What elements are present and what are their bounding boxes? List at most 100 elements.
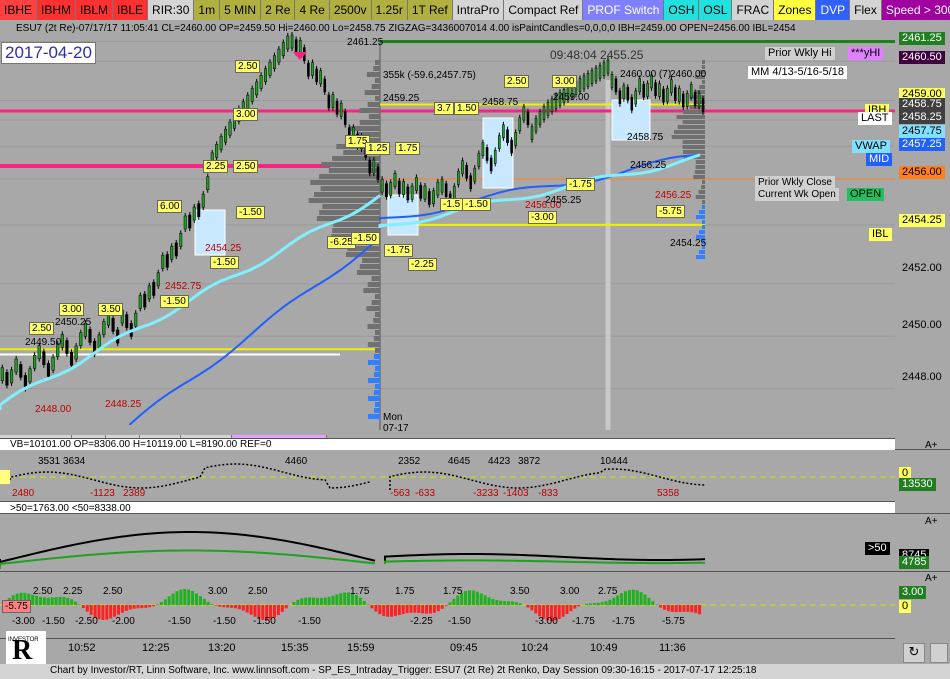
p1-bot-label: -1123	[90, 488, 115, 499]
toolbar-button-2[interactable]: IBLM	[76, 0, 114, 20]
toolbar-button-18[interactable]: Zones	[774, 0, 817, 20]
histogram-bar	[643, 594, 647, 605]
p2-corner-label[interactable]: A+	[925, 516, 938, 527]
candle	[522, 106, 526, 121]
level-tag-7: Current Wk Open	[755, 188, 839, 201]
toolbar-button-16[interactable]: OSL	[699, 0, 733, 20]
toolbar-button-5[interactable]: 1m	[194, 0, 221, 20]
candle	[506, 129, 509, 143]
price-axis[interactable]: 2461.25 2460.50 2459.00 2458.75 2458.25 2457.…	[895, 20, 950, 438]
price-axis-label-6: 2457.25	[899, 138, 945, 151]
histogram-bar	[495, 600, 499, 605]
level-tag-value-0: ***yHI	[848, 47, 884, 60]
histogram-bar	[159, 602, 163, 605]
profile-bar-right	[699, 85, 705, 89]
histogram-bar	[304, 597, 308, 605]
histogram-bar	[331, 595, 335, 605]
profile-label-3: 2460.00	[670, 69, 707, 80]
candle	[206, 176, 210, 190]
p3-bot-label: -1.75	[572, 616, 595, 627]
candle	[678, 88, 681, 102]
p3-top-label: 2.50	[248, 586, 268, 597]
profile-bar	[375, 402, 380, 407]
profile-bar	[373, 66, 380, 71]
profile-bar	[362, 258, 380, 263]
histogram-bar	[479, 593, 483, 605]
histogram-bar	[620, 593, 624, 605]
profile-label-5: 2456.25	[630, 160, 667, 171]
toolbar-button-17[interactable]: FRAC	[732, 0, 775, 20]
corner-icon[interactable]	[930, 643, 948, 663]
profile-bar	[328, 168, 380, 173]
toolbar-button-15[interactable]: OSH	[664, 0, 700, 20]
toolbar-button-12[interactable]: IntraPro	[452, 0, 505, 20]
toolbar-button-13[interactable]: Compact Ref	[504, 0, 584, 20]
p3-bot-label: -1.50	[213, 616, 236, 627]
p1-corner-label[interactable]: A+	[925, 440, 938, 451]
p3-bot-label: -5.75	[662, 616, 685, 627]
toolbar-button-0[interactable]: IBHE	[0, 0, 38, 20]
candle	[393, 173, 397, 187]
histogram-bar	[604, 601, 608, 605]
candle	[174, 242, 178, 257]
toolbar-button-8[interactable]: 4 Re	[295, 0, 330, 20]
toolbar-button-19[interactable]: DVP	[816, 0, 851, 20]
ratio-panel[interactable]	[0, 513, 895, 572]
candle	[372, 159, 376, 174]
p1-bot-label: -633	[415, 488, 435, 499]
price-axis-label-8: 2454.25	[899, 214, 945, 227]
toolbar-button-10[interactable]: 1.25r	[371, 0, 408, 20]
candle	[518, 117, 522, 132]
profile-bar-right	[699, 250, 705, 254]
candle	[307, 62, 310, 77]
histogram-bar	[312, 597, 315, 605]
toolbar-button-6[interactable]: 5 MIN	[220, 0, 262, 20]
profile-label-6: 2455.25	[545, 195, 582, 206]
candle	[201, 193, 205, 208]
toolbar-button-3[interactable]: IBLE	[113, 0, 149, 20]
p3-corner-label[interactable]: A+	[925, 573, 938, 584]
zone-label-9: 1.25	[365, 142, 391, 155]
level-tag-1: MM 4/13-5/16-5/18	[748, 66, 847, 79]
volume-balance-panel[interactable]: 3531 3634 4460 2352 4645 4423 3872 10444 2480 -11…	[0, 449, 895, 500]
histogram-bar	[573, 605, 577, 609]
toolbar-button-14[interactable]: PROF Switch	[583, 0, 665, 20]
toolbar-button-21[interactable]: Speed > 30000	[881, 0, 950, 20]
toolbar-button-11[interactable]: 1T Ref	[407, 0, 453, 20]
profile-bar	[375, 348, 380, 353]
profile-bar	[373, 336, 380, 341]
zone-label-7: 2.50	[235, 60, 261, 73]
candle	[670, 79, 673, 94]
candle	[339, 103, 343, 117]
candle	[514, 132, 517, 146]
level-tag-0: Prior Wkly Hi	[765, 47, 835, 60]
histogram-bar	[397, 605, 401, 616]
histogram-bar	[577, 605, 581, 607]
profile-bar-right	[702, 60, 705, 64]
histogram-bar	[374, 605, 378, 612]
candle	[102, 321, 106, 335]
profile-bar	[314, 192, 380, 197]
toolbar-button-1[interactable]: IBHM	[37, 0, 77, 20]
refresh-icon[interactable]: ↻	[903, 643, 925, 663]
profile-bar	[375, 330, 380, 335]
p3-bot-label: -1.75	[612, 616, 635, 627]
candle	[389, 182, 393, 196]
toolbar-button-20[interactable]: Flex	[850, 0, 882, 20]
chart-date-label: 2017-04-20	[1, 42, 96, 64]
candle	[380, 178, 384, 193]
price-axis-label-3: 2458.75	[899, 98, 945, 111]
price-chart[interactable]: 2017-04-20 ESU7 (2t Re)-07/17/17 11:05:4…	[0, 20, 895, 438]
histogram-panel[interactable]: 2.50 2.25 2.50 3.00 2.50 1.75 1.75 1.75 3.50 3.00…	[0, 571, 895, 639]
histogram-bar	[183, 589, 187, 605]
histogram-bar	[241, 605, 245, 611]
candle	[74, 345, 78, 360]
histogram-bar	[686, 605, 690, 612]
p3-top-label: 2.25	[63, 586, 83, 597]
profile-bar	[375, 78, 380, 83]
profile-bar	[375, 96, 380, 101]
toolbar-button-7[interactable]: 2 Re	[261, 0, 296, 20]
candle	[69, 351, 74, 366]
toolbar-button-4[interactable]: RIR:30	[148, 0, 195, 20]
toolbar-button-9[interactable]: 2500v	[329, 0, 372, 20]
